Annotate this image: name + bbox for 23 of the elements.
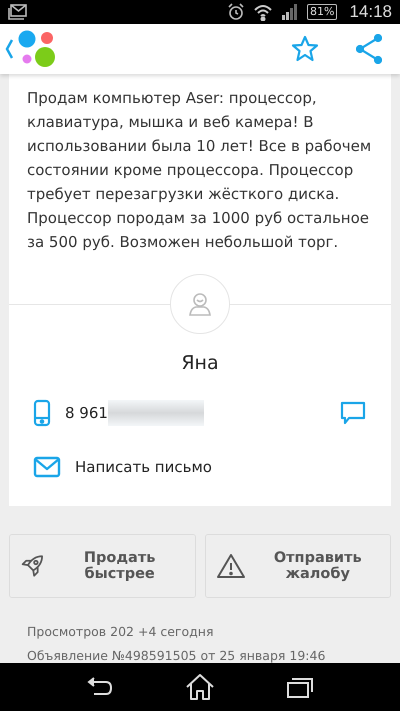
mail-notification-icon <box>8 4 28 20</box>
mail-icon <box>33 456 61 478</box>
write-email-link[interactable]: Написать письмо <box>75 458 212 476</box>
report-button[interactable]: Отправить жалобу <box>204 534 391 598</box>
clock-time: 14:18 <box>349 2 392 22</box>
listing-description: Продам компьютер Aser: процессор, клавиатура, мышка и веб камера! В использовании была 10 лет! Все в рабочем состоянии кроме процессора. Процессор требует перезагрузки жёсткого диска. Процессор породам за 1000 руб остальное за 500 руб. Возможен небольшой торг. <box>26 88 372 253</box>
wifi-icon <box>253 3 273 22</box>
star-icon[interactable] <box>290 34 320 64</box>
listing-stat: Просмотров 202 +4 сегодня <box>27 624 214 639</box>
seller-name: Яна <box>180 352 220 374</box>
listing-stat: Объявление №498591505 от 25 января 19:46 <box>27 648 326 663</box>
signal-icon <box>281 4 299 20</box>
warning-icon <box>216 552 246 580</box>
promote-button[interactable]: Продать быстрее <box>9 534 196 598</box>
alarm-icon <box>227 3 245 22</box>
phone-icon <box>33 398 51 427</box>
battery-indicator: 81% <box>307 4 338 20</box>
user-icon <box>187 290 213 317</box>
phone-number[interactable]: 8 961 <box>65 404 108 422</box>
share-icon[interactable] <box>356 34 382 64</box>
chat-icon[interactable] <box>339 400 367 426</box>
back-icon[interactable] <box>86 676 114 698</box>
home-icon[interactable] <box>184 672 215 702</box>
